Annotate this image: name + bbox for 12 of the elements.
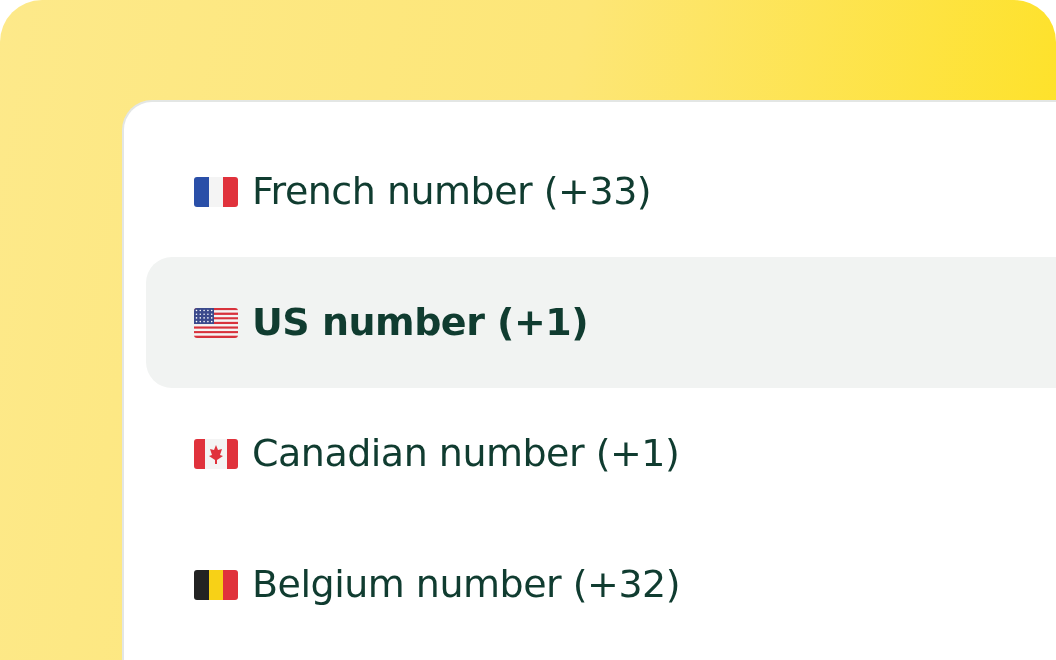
option-label: US number (+1) — [252, 299, 589, 346]
flag-icon — [194, 176, 238, 207]
flag-icon — [194, 569, 238, 600]
dropdown-option[interactable]: US number (+1) — [146, 257, 1056, 388]
option-label: Belgium number (+32) — [252, 561, 681, 608]
option-label: French number (+33) — [252, 168, 652, 215]
dropdown-option[interactable]: French number (+33) — [146, 126, 1056, 257]
flag-icon — [194, 438, 238, 469]
dropdown-option[interactable]: Canadian number (+1) — [146, 388, 1056, 519]
dropdown-option[interactable]: Belgium number (+32) — [146, 519, 1056, 650]
flag-icon — [194, 307, 238, 338]
option-label: Canadian number (+1) — [252, 430, 680, 477]
